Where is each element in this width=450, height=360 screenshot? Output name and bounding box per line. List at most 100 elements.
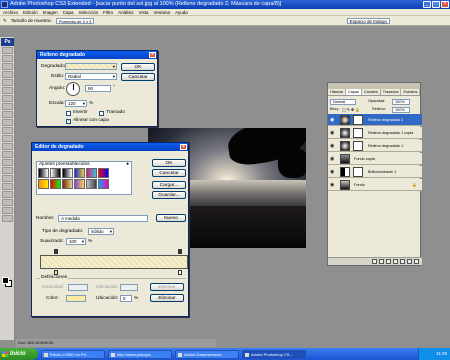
eye-icon[interactable]: ◉ bbox=[330, 130, 336, 136]
editor-cancel-button[interactable]: Cancelar bbox=[152, 169, 186, 177]
lasso-tool-icon[interactable] bbox=[2, 63, 13, 70]
gradient-bar[interactable] bbox=[40, 255, 188, 269]
type-tool-icon[interactable] bbox=[2, 167, 13, 174]
layer-opacity-field[interactable]: 100% bbox=[392, 99, 410, 105]
layer-row[interactable]: ◉ Brillo/contraste 1 bbox=[328, 166, 422, 178]
layer-mask-thumbnail[interactable] bbox=[353, 141, 363, 151]
blur-tool-icon[interactable] bbox=[2, 143, 13, 150]
add-mask-icon[interactable] bbox=[386, 259, 391, 264]
tab-historia[interactable]: Historia bbox=[328, 89, 346, 95]
gradient-fill-close-icon[interactable]: × bbox=[149, 52, 156, 58]
smoothness-field[interactable]: 100 bbox=[66, 238, 86, 245]
layer-mask-thumbnail[interactable] bbox=[353, 167, 363, 177]
gradient-preset-swatch[interactable] bbox=[98, 179, 109, 189]
gradient-preset-swatch[interactable] bbox=[50, 168, 61, 178]
menu-ventana[interactable]: Ventana bbox=[154, 9, 171, 15]
group-icon[interactable] bbox=[400, 259, 405, 264]
presets-menu-icon[interactable]: ● bbox=[126, 162, 129, 167]
gradient-tool-icon[interactable] bbox=[2, 135, 13, 142]
eye-icon[interactable]: ◉ bbox=[330, 156, 336, 162]
taskbar-item[interactable]: http://www.psicopa... bbox=[108, 349, 172, 359]
align-with-layer-checkbox[interactable] bbox=[66, 118, 71, 124]
eye-icon[interactable]: ◉ bbox=[330, 182, 336, 188]
magic-wand-tool-icon[interactable] bbox=[2, 71, 13, 78]
stop-color-swatch[interactable] bbox=[66, 295, 86, 302]
lock-icons[interactable]: ▢ ✎ ✥ 🔒 bbox=[342, 107, 360, 112]
gradient-preset-swatch[interactable] bbox=[50, 179, 61, 189]
trash-icon[interactable] bbox=[414, 259, 419, 264]
gradient-preset-swatch[interactable] bbox=[74, 179, 85, 189]
editor-load-button[interactable]: Cargar... bbox=[152, 181, 186, 189]
move-tool-icon[interactable] bbox=[2, 47, 13, 54]
brush-tool-icon[interactable] bbox=[2, 103, 13, 110]
eye-icon[interactable]: ◉ bbox=[330, 117, 336, 123]
blend-mode-select[interactable]: Normal bbox=[330, 99, 356, 105]
start-button[interactable]: Inicio bbox=[0, 348, 38, 360]
gradient-fill-cancel-button[interactable]: Cancelar bbox=[121, 73, 155, 81]
minimize-button[interactable]: _ bbox=[423, 1, 431, 8]
eraser-tool-icon[interactable] bbox=[2, 127, 13, 134]
menu-analisis[interactable]: Análisis bbox=[118, 9, 134, 15]
foreground-color-swatch[interactable] bbox=[2, 277, 9, 284]
delete-color-stop-button[interactable]: Eliminar bbox=[150, 294, 184, 302]
slice-tool-icon[interactable] bbox=[2, 87, 13, 94]
layer-row[interactable]: ◉ Fondo 🔒 bbox=[328, 179, 422, 191]
tab-trazados[interactable]: Trazados bbox=[381, 89, 402, 95]
angle-dial[interactable] bbox=[66, 82, 80, 96]
dither-checkbox[interactable] bbox=[99, 111, 104, 116]
eyedropper-tool-icon[interactable] bbox=[2, 199, 13, 206]
layer-row[interactable]: ◉ Relleno degradado 1 bbox=[328, 140, 422, 152]
editor-save-button[interactable]: Guardar... bbox=[152, 191, 186, 199]
eye-icon[interactable]: ◉ bbox=[330, 143, 336, 149]
gradient-preset-swatch[interactable] bbox=[86, 179, 97, 189]
color-stop-right[interactable] bbox=[178, 270, 182, 275]
tab-canales[interactable]: Canales bbox=[362, 89, 381, 95]
menu-edicion[interactable]: Edición bbox=[23, 9, 38, 15]
fill-field[interactable]: 100% bbox=[392, 107, 410, 113]
menu-capa[interactable]: Capa bbox=[63, 9, 74, 15]
shape-tool-icon[interactable] bbox=[2, 183, 13, 190]
menu-seleccion[interactable]: Selección bbox=[79, 9, 99, 15]
maximize-button[interactable]: □ bbox=[432, 1, 440, 8]
opacity-stop-left[interactable] bbox=[54, 249, 58, 254]
marquee-tool-icon[interactable] bbox=[2, 55, 13, 62]
taskbar-item[interactable]: Efecto LOMO en Ph... bbox=[41, 349, 105, 359]
style-select[interactable]: Radial bbox=[65, 73, 117, 80]
layer-row[interactable]: ◉ Fondo copia bbox=[328, 153, 422, 165]
gradient-type-select[interactable]: Sólido bbox=[88, 228, 114, 235]
eyedropper-icon[interactable]: ✎ bbox=[3, 18, 7, 24]
layer-row[interactable]: ◉ Relleno degradado 1 copia bbox=[328, 127, 422, 139]
gradient-preview-select[interactable] bbox=[65, 63, 117, 70]
gradient-preset-swatch[interactable] bbox=[62, 168, 73, 178]
menu-imagen[interactable]: Imagen bbox=[43, 9, 58, 15]
adjustment-layer-icon[interactable] bbox=[393, 259, 398, 264]
opacity-stop-right[interactable] bbox=[178, 249, 182, 254]
pen-tool-icon[interactable] bbox=[2, 159, 13, 166]
menu-vista[interactable]: Vista bbox=[139, 9, 149, 15]
taskbar-item[interactable]: Adobe Dreamweaver... bbox=[175, 349, 239, 359]
gradient-preset-swatch[interactable] bbox=[62, 179, 73, 189]
layer-row[interactable]: ◉ Relleno degradado 2 bbox=[328, 114, 422, 126]
menu-ayuda[interactable]: Ayuda bbox=[175, 9, 188, 15]
dodge-tool-icon[interactable] bbox=[2, 151, 13, 158]
path-selection-tool-icon[interactable] bbox=[2, 175, 13, 182]
gradient-preset-swatch[interactable] bbox=[38, 179, 49, 189]
history-brush-tool-icon[interactable] bbox=[2, 119, 13, 126]
zoom-tool-icon[interactable] bbox=[2, 215, 13, 222]
crop-tool-icon[interactable] bbox=[2, 79, 13, 86]
layer-mask-thumbnail[interactable] bbox=[353, 115, 363, 125]
gradient-preset-swatch[interactable] bbox=[38, 168, 49, 178]
workspace-select[interactable]: Espacio de trabajo bbox=[346, 18, 390, 24]
layer-mask-thumbnail[interactable] bbox=[353, 128, 363, 138]
gradient-fill-ok-button[interactable]: OK bbox=[121, 63, 155, 71]
link-layers-icon[interactable] bbox=[372, 259, 377, 264]
new-gradient-button[interactable]: Nuevo bbox=[156, 214, 186, 222]
gradient-preset-swatch[interactable] bbox=[74, 168, 85, 178]
sample-size-select[interactable]: Promedio de 3 x 3 bbox=[55, 17, 95, 24]
new-layer-icon[interactable] bbox=[407, 259, 412, 264]
editor-ok-button[interactable]: OK bbox=[152, 159, 186, 167]
menu-archivo[interactable]: Archivo bbox=[3, 9, 18, 15]
hand-tool-icon[interactable] bbox=[2, 207, 13, 214]
name-field[interactable]: A medida bbox=[58, 215, 148, 222]
gradient-preset-swatch[interactable] bbox=[98, 168, 109, 178]
